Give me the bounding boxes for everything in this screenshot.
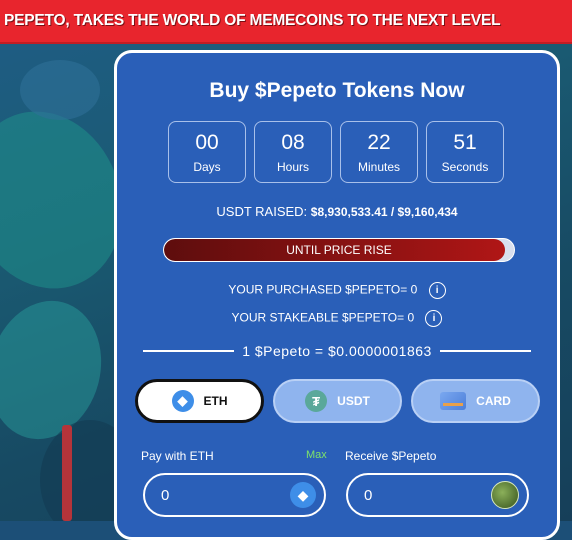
- raised-value: $8,930,533.41 / $9,160,434: [310, 205, 458, 219]
- pay-value[interactable]: 0: [161, 487, 169, 504]
- tab-card[interactable]: CARD: [411, 379, 540, 423]
- timer-label: Days: [193, 160, 221, 174]
- banner-text: PEPETO, TAKES THE WORLD OF MEMECOINS TO …: [4, 12, 501, 29]
- countdown-timer: 00 Days 08 Hours 22 Minutes 51 Seconds: [168, 121, 504, 183]
- stakeable-balance: YOUR STAKEABLE $PEPETO= 0 i: [117, 310, 557, 327]
- info-icon[interactable]: i: [428, 282, 446, 299]
- price-progress-bar: UNTIL PRICE RISE: [163, 238, 515, 262]
- progress-text: UNTIL PRICE RISE: [286, 243, 392, 257]
- purchased-text: YOUR PURCHASED $PEPETO= 0: [228, 282, 418, 297]
- info-icon[interactable]: i: [425, 310, 443, 327]
- timer-label: Minutes: [357, 160, 401, 174]
- timer-value: 22: [367, 131, 391, 154]
- timer-minutes: 22 Minutes: [340, 121, 418, 183]
- rate-text: 1 $Pepeto = $0.0000001863: [242, 343, 432, 359]
- receive-amount-input[interactable]: 0: [346, 473, 529, 517]
- tab-label: ETH: [203, 394, 228, 408]
- timer-label: Hours: [276, 160, 309, 174]
- tab-usdt[interactable]: ₮ USDT: [273, 379, 402, 423]
- divider: [143, 350, 235, 352]
- timer-value: 51: [453, 131, 477, 154]
- pay-amount-input[interactable]: 0 ◆: [143, 473, 326, 517]
- tab-eth[interactable]: ◆ ETH: [135, 379, 264, 423]
- max-button[interactable]: Max: [306, 449, 327, 461]
- stakeable-text: YOUR STAKEABLE $PEPETO= 0: [231, 310, 415, 325]
- timer-days: 00 Days: [168, 121, 246, 183]
- payment-method-tabs: ◆ ETH ₮ USDT CARD: [135, 379, 540, 423]
- usdt-icon: ₮: [305, 390, 328, 412]
- eth-icon: ◆: [290, 482, 316, 508]
- receive-label: Receive $Pepeto: [345, 449, 437, 463]
- exchange-rate: 1 $Pepeto = $0.0000001863: [143, 343, 531, 359]
- timer-hours: 08 Hours: [254, 121, 332, 183]
- widget-title: Buy $Pepeto Tokens Now: [209, 79, 465, 102]
- timer-label: Seconds: [441, 160, 489, 174]
- raised-label: USDT RAISED:: [216, 204, 308, 219]
- eth-icon: ◆: [171, 390, 194, 412]
- tab-label: CARD: [476, 394, 511, 408]
- usdt-raised: USDT RAISED: $8,930,533.41 / $9,160,434: [117, 204, 557, 219]
- receive-value[interactable]: 0: [364, 487, 372, 504]
- tab-label: USDT: [337, 394, 370, 408]
- pay-label: Pay with ETH: [141, 449, 214, 463]
- marquee-banner: PEPETO, TAKES THE WORLD OF MEMECOINS TO …: [0, 0, 572, 44]
- card-icon: [440, 392, 467, 410]
- timer-value: 00: [195, 131, 219, 154]
- divider: [439, 350, 531, 352]
- timer-value: 08: [281, 131, 305, 154]
- presale-widget: Buy $Pepeto Tokens Now 00 Days 08 Hours …: [114, 50, 560, 540]
- pepe-token-icon: [491, 481, 519, 509]
- timer-seconds: 51 Seconds: [426, 121, 504, 183]
- purchased-balance: YOUR PURCHASED $PEPETO= 0 i: [117, 282, 557, 299]
